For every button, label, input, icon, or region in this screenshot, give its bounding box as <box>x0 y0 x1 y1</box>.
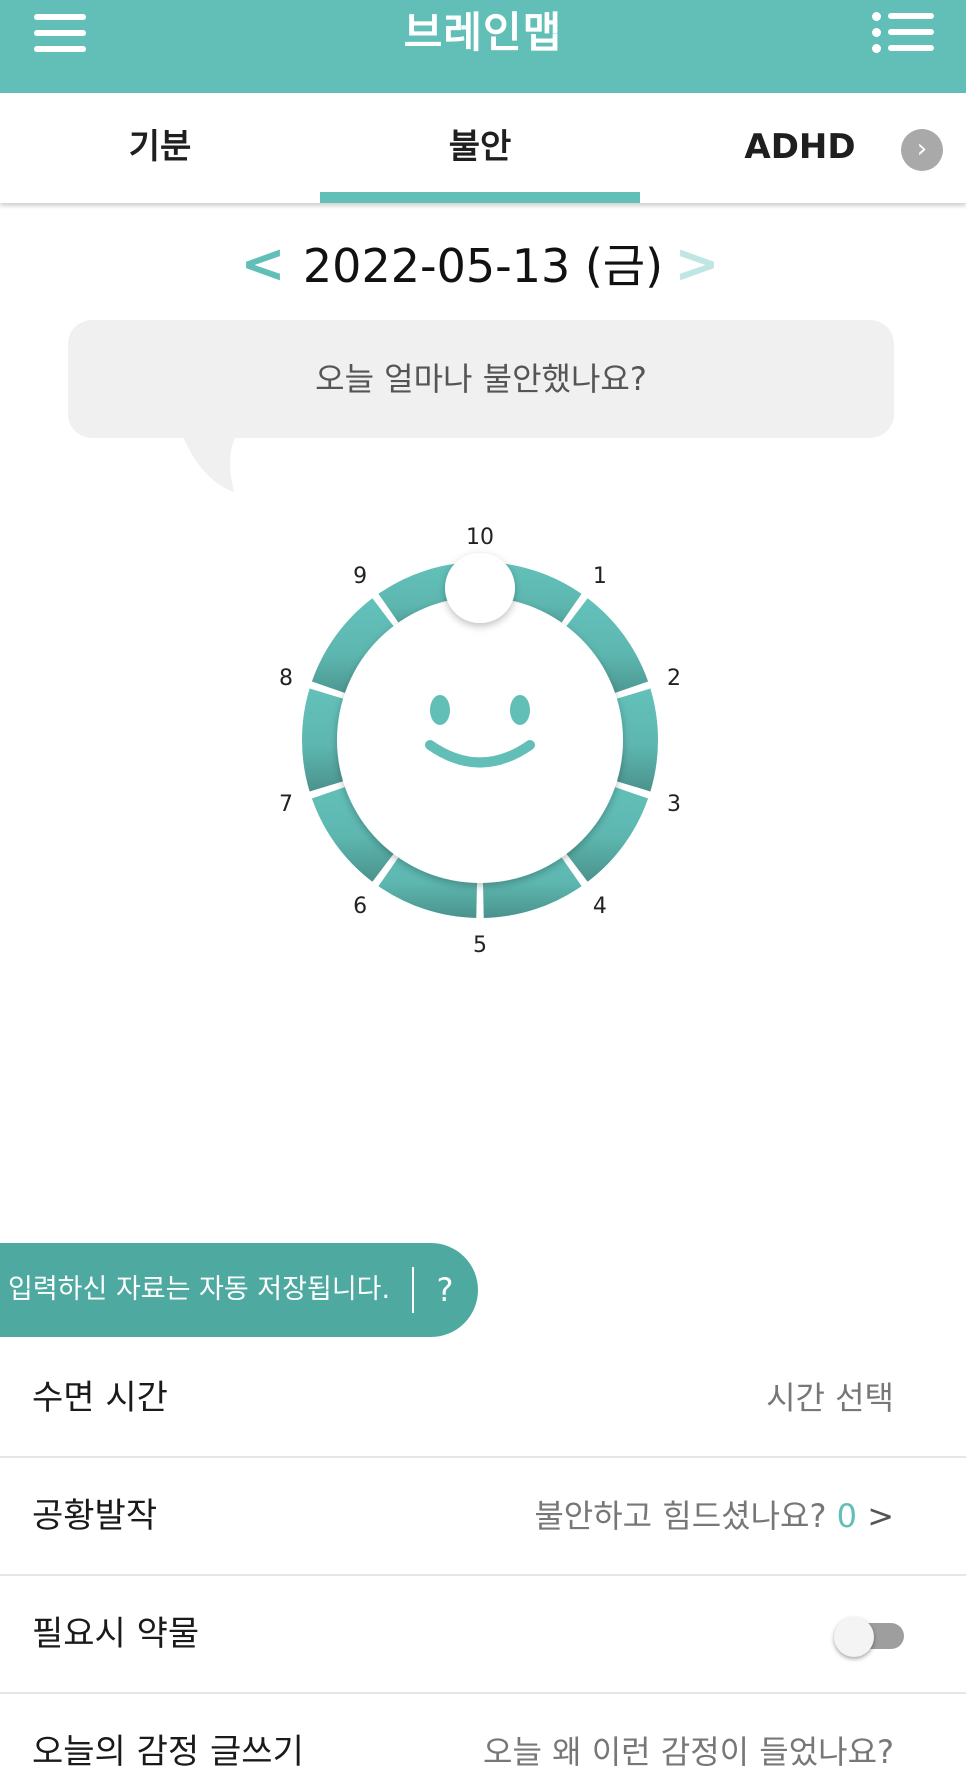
dial-label-10: 10 <box>466 525 494 550</box>
tabs-next-chevron-icon[interactable]: › <box>901 129 943 171</box>
dial-label-4: 4 <box>593 894 607 919</box>
prn-medication-label: 필요시 약물 <box>32 1614 200 1654</box>
dial-label-5: 5 <box>473 933 487 958</box>
tab-anxiety[interactable]: 불안 <box>320 93 640 203</box>
emotion-journal-row[interactable]: 오늘의 감정 글쓰기 오늘 왜 이런 감정이 들었나요? <box>0 1694 966 1783</box>
help-button[interactable]: ? <box>428 1243 462 1337</box>
sleep-time-label: 수면 시간 <box>32 1378 168 1418</box>
dial-label-8: 8 <box>279 666 293 691</box>
app-title: 브레인맵 <box>403 8 563 57</box>
dial-knob[interactable] <box>445 553 515 623</box>
dial-label-1: 1 <box>593 564 607 589</box>
anxiety-level-dial[interactable]: 1 2 3 4 5 6 7 8 9 10 <box>240 490 720 990</box>
tab-mood[interactable]: 기분 <box>0 93 320 203</box>
previous-date-button[interactable]: < <box>240 234 286 296</box>
sleep-time-value[interactable]: 시간 선택 <box>766 1340 894 1456</box>
toast-divider <box>412 1267 414 1313</box>
list-menu-icon[interactable] <box>872 8 934 56</box>
dial-label-3: 3 <box>667 792 681 817</box>
date-navigator: < 2022-05-13 (금) > <box>0 232 966 302</box>
panic-attack-row[interactable]: 공황발작 불안하고 힘드셨나요? 0 > <box>0 1458 966 1576</box>
prn-medication-toggle[interactable] <box>834 1617 906 1657</box>
toggle-knob <box>834 1617 874 1657</box>
emotion-journal-label: 오늘의 감정 글쓰기 <box>32 1732 304 1772</box>
question-bubble: 오늘 얼마나 불안했나요? <box>68 320 894 438</box>
app-bar: 브레인맵 <box>0 0 966 93</box>
dial-label-7: 7 <box>279 792 293 817</box>
dial-label-2: 2 <box>667 666 681 691</box>
panic-attack-label: 공황발작 <box>32 1496 158 1536</box>
autosave-message: 입력하신 자료는 자동 저장됩니다. <box>8 1274 391 1305</box>
dial-label-6: 6 <box>353 894 367 919</box>
panic-attack-value[interactable]: 불안하고 힘드셨나요? 0 > <box>534 1458 894 1574</box>
dial-center <box>337 597 623 883</box>
emotion-journal-placeholder[interactable]: 오늘 왜 이런 감정이 들었나요? <box>483 1694 894 1783</box>
panic-attack-count: 0 <box>836 1497 858 1535</box>
category-tabs: 기분 불안 ADHD › <box>0 93 966 203</box>
chevron-right-icon: > <box>867 1497 894 1535</box>
dial-label-9: 9 <box>353 564 367 589</box>
next-date-button[interactable]: > <box>674 234 720 296</box>
prn-medication-row: 필요시 약물 <box>0 1576 966 1694</box>
panic-attack-question: 불안하고 힘드셨나요? <box>534 1497 827 1535</box>
sleep-time-row[interactable]: 수면 시간 시간 선택 <box>0 1340 966 1458</box>
autosave-toast: 입력하신 자료는 자동 저장됩니다. ? <box>0 1243 478 1337</box>
current-date: 2022-05-13 (금) <box>302 239 664 293</box>
